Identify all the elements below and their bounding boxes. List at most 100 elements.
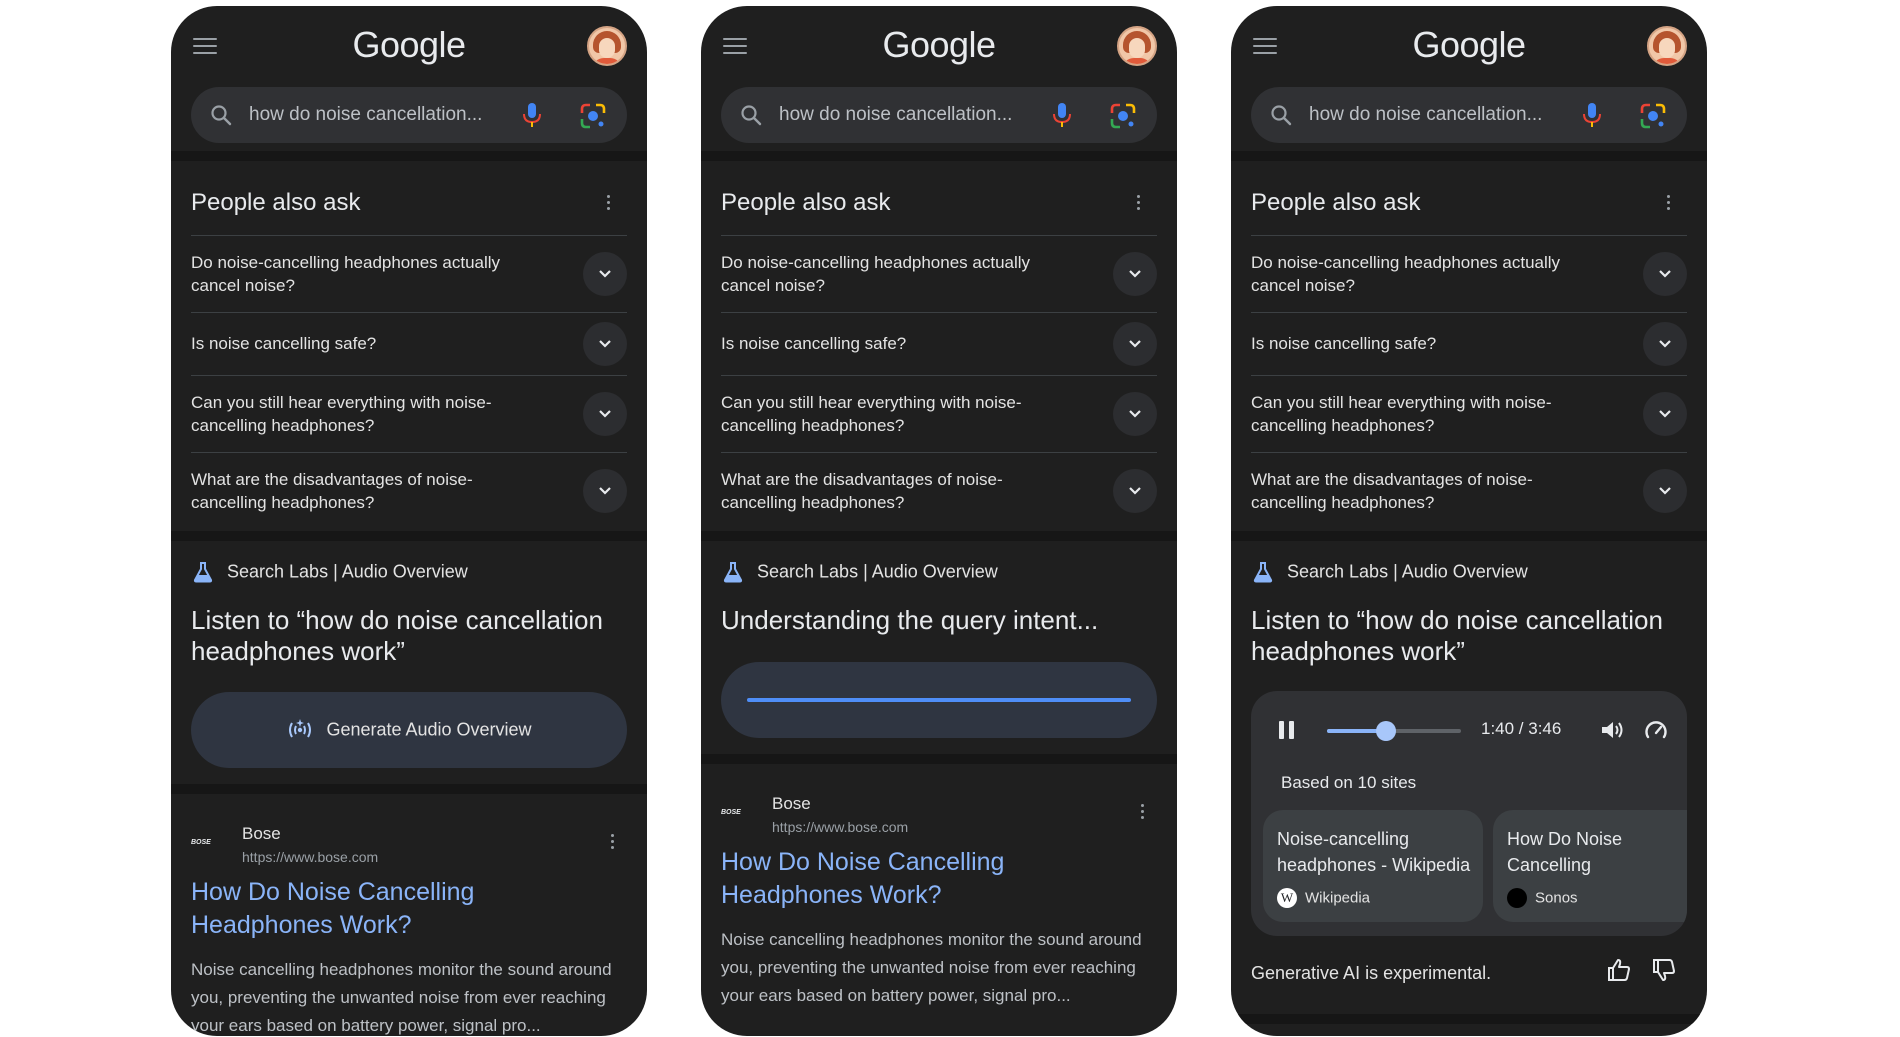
site-url[interactable]: https://www.bose.com xyxy=(242,849,378,865)
result-snippet: Noise cancelling headphones monitor the … xyxy=(191,960,612,1035)
section-divider xyxy=(701,754,1177,764)
loading-progress-bar xyxy=(747,698,1131,702)
flask-icon xyxy=(723,562,743,583)
expand-button[interactable] xyxy=(1113,322,1157,366)
phone-screen-initial: Google how do noise cancellation... Peop… xyxy=(171,6,647,1036)
paa-question: Is noise cancelling safe? xyxy=(1251,334,1437,353)
avatar[interactable] xyxy=(1117,26,1157,66)
playback-time: 1:40 / 3:46 xyxy=(1481,719,1562,738)
bose-logo: BOSE xyxy=(721,809,741,816)
source-title: Noise-cancelling headphones - Wikipedia xyxy=(1277,829,1471,875)
expand-button[interactable] xyxy=(583,469,627,513)
paa-question: Do noise-cancelling headphones actually … xyxy=(721,253,1031,295)
result-title-link[interactable]: How Do Noise Cancelling Headphones Work? xyxy=(721,846,1141,912)
section-divider xyxy=(171,151,647,161)
more-options-icon[interactable] xyxy=(1141,804,1145,820)
bose-logo: BOSE xyxy=(191,839,211,846)
chevron-down-icon xyxy=(1659,410,1671,418)
result-title-link[interactable]: How Do Noise Cancelling Headphones Work? xyxy=(191,876,611,942)
result-snippet: Noise cancelling headphones monitor the … xyxy=(721,930,1142,1005)
more-options-icon[interactable] xyxy=(607,195,611,211)
chevron-down-icon xyxy=(599,410,611,418)
thumbs-down-icon[interactable] xyxy=(1651,957,1677,983)
source-title: How Do Noise Cancelling Headphones Work xyxy=(1507,829,1623,875)
source-card[interactable]: Noise-cancelling headphones - Wikipedia … xyxy=(1263,810,1483,922)
search-input[interactable]: how do noise cancellation... xyxy=(249,104,482,126)
chevron-down-icon xyxy=(599,270,611,278)
chevron-down-icon xyxy=(599,487,611,495)
playback-speed-icon[interactable] xyxy=(1643,718,1669,744)
more-options-icon[interactable] xyxy=(611,834,615,850)
google-logo: Google xyxy=(352,24,466,65)
loading-status-text: Understanding the query intent... xyxy=(721,605,1099,635)
chevron-down-icon xyxy=(1659,340,1671,348)
top-bar: Google xyxy=(171,6,647,81)
avatar[interactable] xyxy=(1647,26,1687,66)
sonos-icon xyxy=(1507,888,1527,908)
paa-item[interactable]: Do noise-cancelling headphones actually … xyxy=(1251,236,1687,313)
flask-icon xyxy=(193,562,213,583)
paa-item[interactable]: Is noise cancelling safe? xyxy=(721,313,1157,376)
mic-icon[interactable] xyxy=(521,101,543,129)
paa-item[interactable]: Do noise-cancelling headphones actually … xyxy=(721,236,1157,313)
section-divider xyxy=(1231,1014,1707,1024)
expand-button[interactable] xyxy=(583,252,627,296)
expand-button[interactable] xyxy=(1643,469,1687,513)
expand-button[interactable] xyxy=(1643,252,1687,296)
search-box[interactable]: how do noise cancellation... xyxy=(191,87,627,143)
more-options-icon[interactable] xyxy=(1137,195,1141,211)
paa-question: Can you still hear everything with noise… xyxy=(191,393,492,435)
paa-question: Do noise-cancelling headphones actually … xyxy=(191,253,501,295)
pause-icon[interactable] xyxy=(1279,721,1295,739)
search-input[interactable]: how do noise cancellation... xyxy=(779,104,1012,126)
paa-item[interactable]: What are the disadvantages of noise-canc… xyxy=(721,453,1157,529)
mic-icon[interactable] xyxy=(1581,101,1603,129)
expand-button[interactable] xyxy=(1113,252,1157,296)
audio-overview-title: Listen to “how do noise cancellation hea… xyxy=(191,605,603,666)
expand-button[interactable] xyxy=(1113,392,1157,436)
site-name: Bose xyxy=(242,824,281,843)
paa-item[interactable]: Is noise cancelling safe? xyxy=(191,313,627,376)
source-card[interactable]: How Do Noise Cancelling Headphones Work … xyxy=(1493,810,1687,922)
paa-question: What are the disadvantages of noise-canc… xyxy=(191,470,473,512)
paa-item[interactable]: What are the disadvantages of noise-canc… xyxy=(191,453,627,529)
lens-icon[interactable] xyxy=(579,102,607,130)
wikipedia-icon: W xyxy=(1277,888,1297,908)
labs-header: Search Labs | Audio Overview xyxy=(721,560,998,584)
search-input[interactable]: how do noise cancellation... xyxy=(1309,104,1542,126)
chevron-down-icon xyxy=(1129,487,1141,495)
site-url[interactable]: https://www.bose.com xyxy=(772,819,908,835)
thumbs-up-icon[interactable] xyxy=(1606,957,1632,983)
lens-icon[interactable] xyxy=(1109,102,1137,130)
paa-item[interactable]: What are the disadvantages of noise-canc… xyxy=(1251,453,1687,529)
expand-button[interactable] xyxy=(583,322,627,366)
search-box[interactable]: how do noise cancellation... xyxy=(721,87,1157,143)
lens-icon[interactable] xyxy=(1639,102,1667,130)
playback-slider[interactable] xyxy=(1327,721,1461,741)
search-box[interactable]: how do noise cancellation... xyxy=(1251,87,1687,143)
chevron-down-icon xyxy=(1129,270,1141,278)
paa-item[interactable]: Do noise-cancelling headphones actually … xyxy=(191,236,627,313)
google-logo: Google xyxy=(882,24,996,65)
more-options-icon[interactable] xyxy=(1667,195,1671,211)
paa-question: Is noise cancelling safe? xyxy=(721,334,907,353)
paa-item[interactable]: Can you still hear everything with noise… xyxy=(191,376,627,453)
mic-icon[interactable] xyxy=(1051,101,1073,129)
volume-icon[interactable] xyxy=(1599,718,1625,742)
playback-thumb[interactable] xyxy=(1376,721,1397,741)
expand-button[interactable] xyxy=(1113,469,1157,513)
avatar[interactable] xyxy=(587,26,627,66)
phone-screen-loading: Google how do noise cancellation... Peop… xyxy=(701,6,1177,1036)
expand-button[interactable] xyxy=(583,392,627,436)
expand-button[interactable] xyxy=(1643,392,1687,436)
chevron-down-icon xyxy=(1129,410,1141,418)
section-divider xyxy=(701,531,1177,541)
search-icon xyxy=(211,105,232,126)
audio-sparkle-icon xyxy=(289,719,312,738)
paa-item[interactable]: Is noise cancelling safe? xyxy=(1251,313,1687,376)
labs-header: Search Labs | Audio Overview xyxy=(191,560,468,584)
paa-item[interactable]: Can you still hear everything with noise… xyxy=(1251,376,1687,453)
expand-button[interactable] xyxy=(1643,322,1687,366)
generate-audio-overview-button[interactable]: Generate Audio Overview xyxy=(191,692,627,768)
paa-item[interactable]: Can you still hear everything with noise… xyxy=(721,376,1157,453)
